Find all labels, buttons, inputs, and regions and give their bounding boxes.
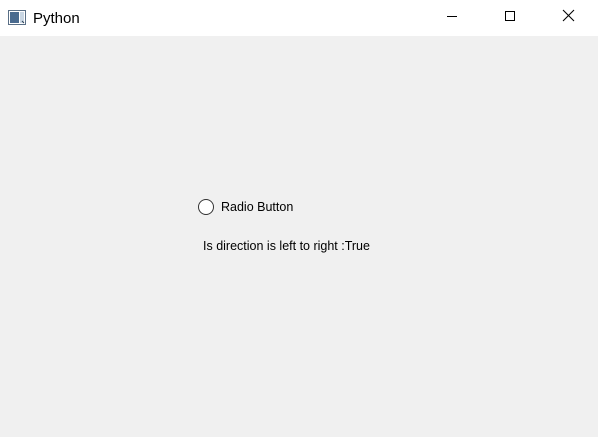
- minimize-button[interactable]: [429, 0, 475, 36]
- direction-status-label: Is direction is left to right :True: [203, 239, 370, 253]
- maximize-icon: [504, 9, 516, 27]
- radio-button[interactable]: Radio Button: [198, 198, 293, 216]
- title-bar[interactable]: Python: [0, 0, 598, 36]
- python-window-icon: [8, 10, 26, 25]
- close-button[interactable]: [545, 0, 591, 36]
- client-area: Radio Button Is direction is left to rig…: [0, 36, 598, 437]
- radio-circle-icon[interactable]: [198, 199, 214, 215]
- close-icon: [562, 9, 575, 27]
- python-window: Python Radio Button Is direction is left…: [0, 0, 598, 437]
- window-title: Python: [33, 10, 80, 27]
- maximize-button[interactable]: [487, 0, 533, 36]
- minimize-icon: [446, 9, 458, 27]
- radio-button-label[interactable]: Radio Button: [221, 199, 293, 215]
